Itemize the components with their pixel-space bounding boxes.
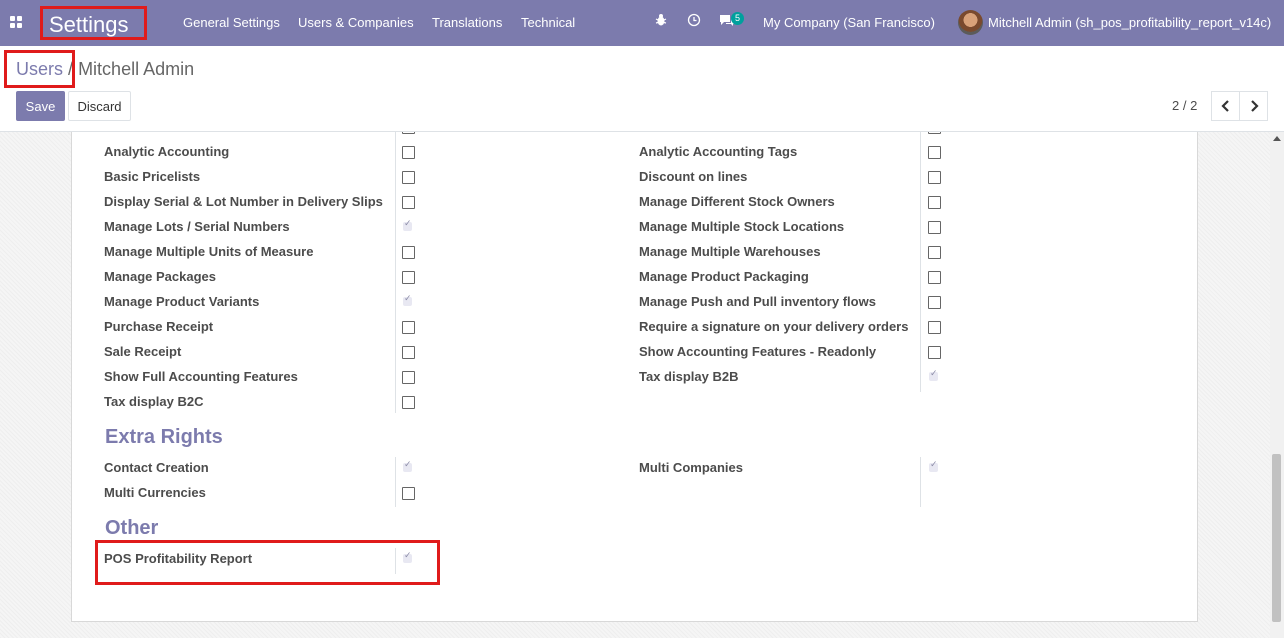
permission-label: Require a signature on your delivery ord… [639,319,909,334]
form-content: Analytic Accounting Basic Pricelists Displ… [0,132,1270,638]
chat-count-badge: 5 [731,12,745,25]
apps-menu-icon[interactable] [6,12,26,32]
permission-label: Contact Creation [104,460,209,475]
permission-checkbox[interactable] [928,346,941,359]
permission-label: Analytic Accounting Tags [639,144,798,159]
permission-checkbox[interactable] [402,196,415,209]
section-title-other: Other [105,517,159,539]
permission-label: Discount on lines [639,169,748,184]
permission-checkbox[interactable] [402,294,413,307]
permission-checkbox[interactable] [402,371,415,384]
scrollbar[interactable] [1270,132,1284,638]
pager-previous-button[interactable] [1211,91,1240,121]
permission-checkbox[interactable] [402,460,413,473]
permission-label: Basic Pricelists [104,169,201,184]
permission-label: Multi Companies [639,460,744,475]
permission-label: Multi Currencies [104,485,206,500]
section-title-extra-rights: Extra Rights [105,426,223,448]
save-button[interactable]: Save [16,91,65,121]
column-divider [920,457,921,507]
highlight-box-breadcrumb [4,50,75,88]
top-navbar: Settings General Settings Users & Compan… [0,0,1284,46]
permission-checkbox[interactable] [928,221,941,234]
permission-label: Manage Multiple Warehouses [639,244,821,259]
permission-checkbox[interactable] [402,346,415,359]
permission-label: Purchase Receipt [104,319,214,334]
column-divider [395,457,396,507]
permission-label: Manage Multiple Units of Measure [104,244,314,259]
menu-technical[interactable]: Technical [521,0,575,46]
scroll-up-arrow-icon[interactable] [1273,136,1281,141]
clock-icon[interactable] [687,13,701,33]
pager-next-button[interactable] [1239,91,1268,121]
column-divider [395,132,396,413]
avatar[interactable] [958,10,983,35]
permission-checkbox[interactable] [928,171,941,184]
permission-label: Manage Push and Pull inventory flows [639,294,876,309]
permission-checkbox[interactable] [402,146,415,159]
permission-label: Manage Product Variants [104,294,260,309]
app-title[interactable]: Settings [40,6,147,40]
bug-icon[interactable] [655,13,667,33]
permission-label: Manage Packages [104,269,217,284]
permission-checkbox[interactable] [402,219,413,232]
permission-checkbox[interactable] [402,396,415,409]
permission-checkbox[interactable] [402,487,415,500]
permission-label: Show Full Accounting Features [104,369,298,384]
permission-checkbox[interactable] [928,271,941,284]
permission-label: Manage Product Packaging [639,269,809,284]
pager-value[interactable]: 2 / 2 [1172,98,1197,113]
menu-users-companies[interactable]: Users & Companies [298,0,414,46]
permission-label: Display Serial & Lot Number in Delivery … [104,194,383,209]
menu-translations[interactable]: Translations [432,0,502,46]
column-divider [920,132,921,392]
permission-checkbox[interactable] [402,246,415,259]
permission-checkbox[interactable] [402,132,415,134]
permission-label: Show Accounting Features - Readonly [639,344,877,359]
chevron-left-icon [1220,100,1229,112]
breadcrumb-current: Mitchell Admin [78,59,195,79]
user-menu[interactable]: Mitchell Admin (sh_pos_profitability_rep… [988,0,1271,46]
highlight-box-pos-report [95,540,440,585]
permission-checkbox[interactable] [928,196,941,209]
permission-checkbox[interactable] [402,171,415,184]
company-switcher[interactable]: My Company (San Francisco) [763,0,935,46]
permission-label: Tax display B2B [639,369,739,384]
permission-label: Manage Lots / Serial Numbers [104,219,290,234]
permission-checkbox[interactable] [928,460,939,473]
permission-checkbox[interactable] [928,369,939,382]
permission-checkbox[interactable] [402,321,415,334]
control-panel: Users / Mitchell Admin Save Discard 2 / … [0,46,1284,132]
permission-label: Analytic Accounting [104,144,230,159]
scroll-thumb[interactable] [1272,454,1281,622]
permission-checkbox[interactable] [928,296,941,309]
permission-label: Manage Different Stock Owners [639,194,835,209]
menu-general-settings[interactable]: General Settings [183,0,280,46]
discard-button[interactable]: Discard [68,91,131,121]
permission-checkbox[interactable] [928,146,941,159]
permission-label: Manage Multiple Stock Locations [639,219,845,234]
permission-checkbox[interactable] [928,321,941,334]
permission-checkbox[interactable] [402,271,415,284]
permission-label: Sale Receipt [104,344,182,359]
permission-checkbox[interactable] [928,132,941,134]
permission-label: Tax display B2C [104,394,204,409]
chevron-right-icon [1250,100,1259,112]
permission-checkbox[interactable] [928,246,941,259]
